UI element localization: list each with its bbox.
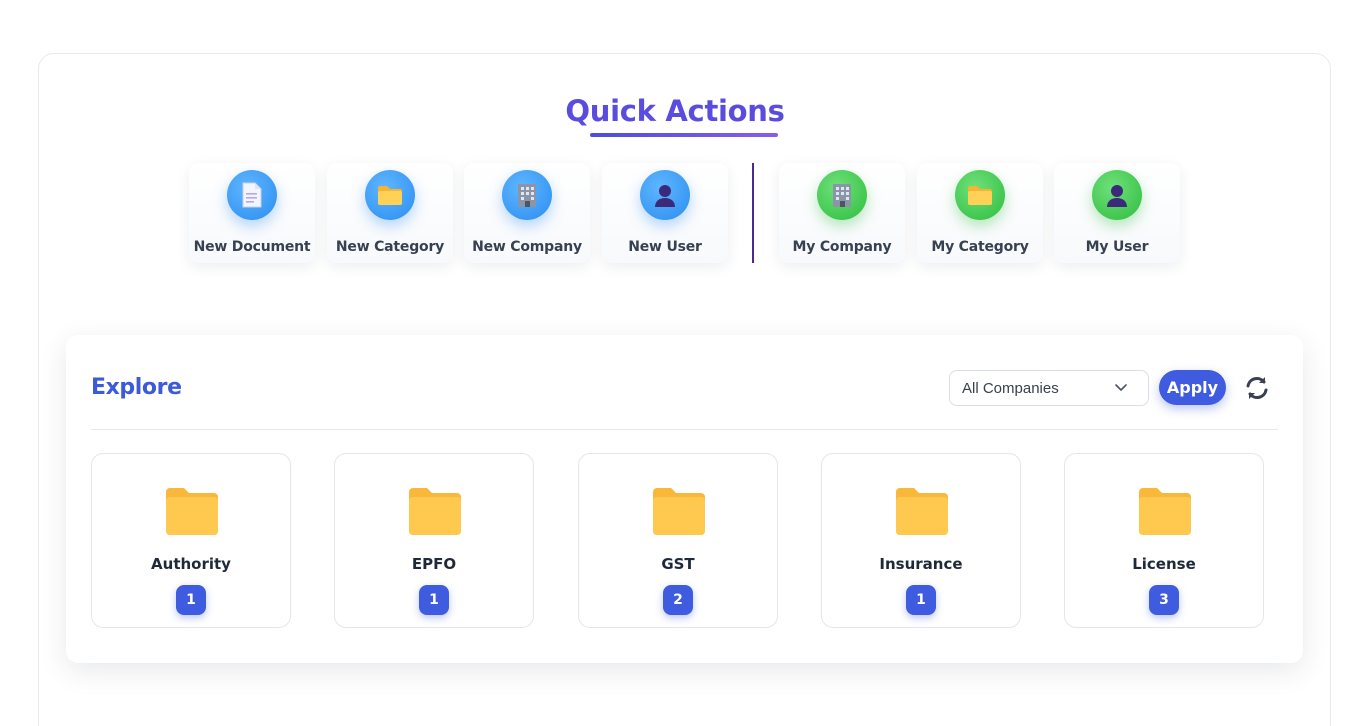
- my-category-button[interactable]: My Category: [917, 163, 1043, 263]
- folder-icon: [896, 487, 948, 540]
- quick-actions-title: Quick Actions: [565, 94, 785, 128]
- new-company-button[interactable]: New Company: [464, 163, 590, 263]
- category-card-epfo[interactable]: EPFO 1: [334, 453, 534, 628]
- title-underline: [590, 133, 778, 137]
- folder-icon: [166, 487, 218, 540]
- chevron-down-icon: [1114, 380, 1128, 398]
- my-user-button[interactable]: My User: [1054, 163, 1180, 263]
- category-name: License: [1132, 555, 1196, 573]
- category-card-authority[interactable]: Authority 1: [91, 453, 291, 628]
- category-count-badge: 1: [906, 585, 936, 615]
- refresh-icon[interactable]: [1242, 373, 1272, 403]
- user-icon: [1092, 170, 1142, 220]
- category-count-badge: 1: [419, 585, 449, 615]
- category-name: Insurance: [879, 555, 963, 573]
- apply-button[interactable]: Apply: [1159, 370, 1226, 405]
- folder-icon: [955, 170, 1005, 220]
- category-name: EPFO: [411, 555, 457, 573]
- document-icon: [227, 170, 277, 220]
- folder-icon: [365, 170, 415, 220]
- folder-icon: [653, 487, 705, 540]
- qa-label: New Document: [193, 239, 311, 255]
- folder-icon: [1139, 487, 1191, 540]
- category-count-badge: 3: [1149, 585, 1179, 615]
- company-filter-select[interactable]: All Companies: [949, 370, 1149, 406]
- new-document-button[interactable]: New Document: [189, 163, 315, 263]
- new-user-button[interactable]: New User: [602, 163, 728, 263]
- category-count-badge: 1: [176, 585, 206, 615]
- category-card-license[interactable]: License 3: [1064, 453, 1264, 628]
- building-icon: [502, 170, 552, 220]
- qa-label: My Company: [792, 239, 892, 255]
- company-filter-value: All Companies: [962, 379, 1059, 397]
- category-name: Authority: [151, 555, 231, 573]
- explore-title: Explore: [91, 375, 182, 400]
- building-icon: [817, 170, 867, 220]
- user-icon: [640, 170, 690, 220]
- category-card-gst[interactable]: GST 2: [578, 453, 778, 628]
- qa-label: My Category: [931, 239, 1029, 255]
- qa-label: New User: [628, 239, 702, 255]
- category-card-insurance[interactable]: Insurance 1: [821, 453, 1021, 628]
- category-count-badge: 2: [663, 585, 693, 615]
- qa-label: New Category: [335, 239, 445, 255]
- folder-icon: [409, 487, 461, 540]
- new-category-button[interactable]: New Category: [327, 163, 453, 263]
- category-name: GST: [661, 555, 695, 573]
- qa-label: My User: [1085, 239, 1149, 255]
- explore-divider: [91, 429, 1278, 430]
- my-company-button[interactable]: My Company: [779, 163, 905, 263]
- qa-label: New Company: [472, 239, 582, 255]
- quick-actions-divider: [752, 163, 754, 263]
